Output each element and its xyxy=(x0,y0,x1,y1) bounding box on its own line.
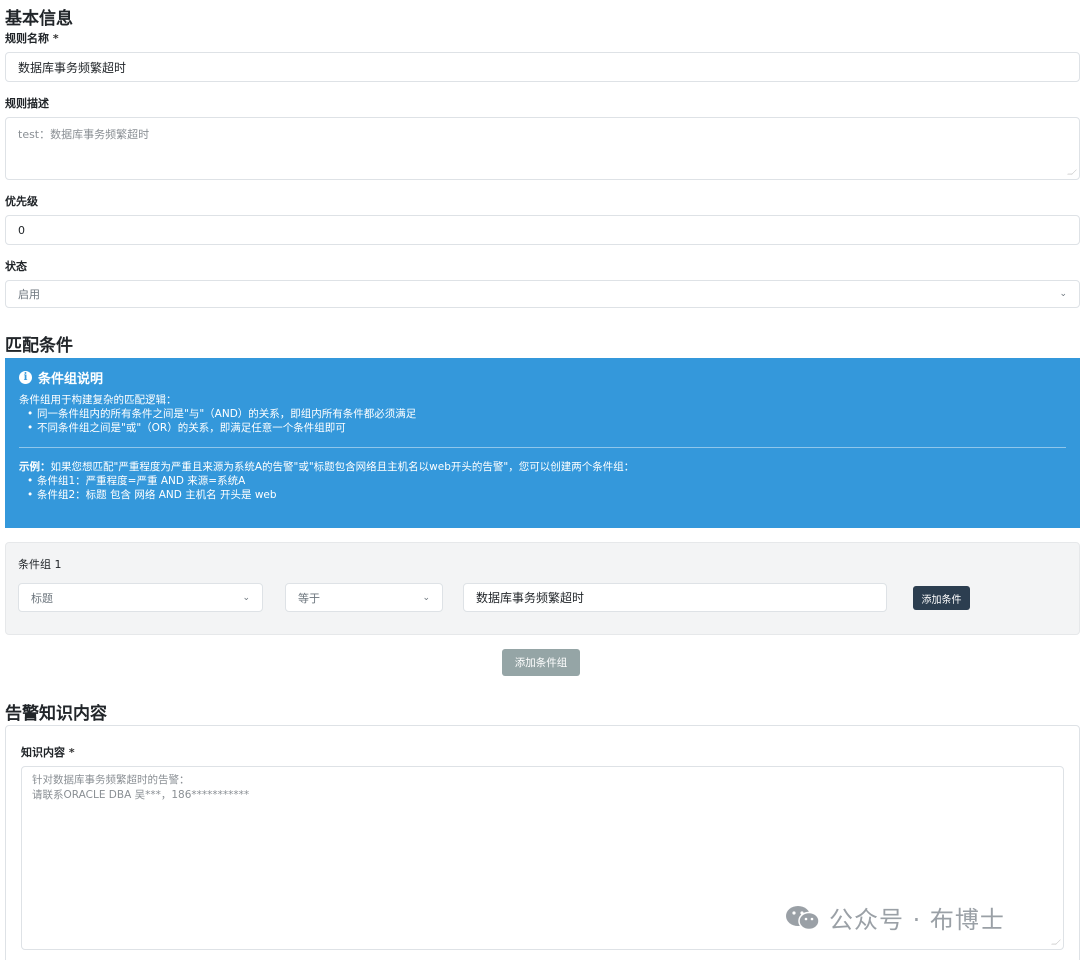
rule-name-value: 数据库事务频繁超时 xyxy=(18,60,127,75)
watermark-text: 公众号 · 布博士 xyxy=(829,906,1005,934)
rule-desc-label: 规则描述 xyxy=(5,97,49,110)
chevron-down-icon: ⌄ xyxy=(1059,289,1067,299)
knowledge-label-text: 知识内容 xyxy=(21,746,65,759)
add-condition-group-button[interactable]: 添加条件组 xyxy=(502,649,580,676)
example-text: 如果您想匹配"严重程度为严重且来源为系统A的告警"或"标题包含网络且主机名以we… xyxy=(50,461,635,473)
rule-desc-value: test：数据库事务频繁超时 xyxy=(18,128,150,141)
info-example: 示例：如果您想匹配"严重程度为严重且来源为系统A的告警"或"标题包含网络且主机名… xyxy=(19,460,1066,474)
info-bullet-2: 不同条件组之间是"或"（OR）的关系，即满足任意一个条件组即可 xyxy=(19,421,1066,435)
status-select[interactable]: 启用 ⌄ xyxy=(5,280,1080,308)
knowledge-line-1: 针对数据库事务频繁超时的告警： xyxy=(32,774,190,786)
match-section-title: 匹配条件 xyxy=(5,336,73,356)
field-select-value: 标题 xyxy=(31,591,53,605)
status-value: 启用 xyxy=(18,288,40,301)
example-label: 示例： xyxy=(19,461,51,473)
info-divider xyxy=(19,447,1066,448)
rule-name-input[interactable]: 数据库事务频繁超时 xyxy=(5,52,1080,82)
condition-group-title: 条件组 1 xyxy=(18,558,62,571)
watermark: 公众号 · 布博士 xyxy=(783,900,1005,935)
match-value-input[interactable]: 数据库事务频繁超时 xyxy=(463,583,887,612)
operator-select[interactable]: 等于 ⌄ xyxy=(285,583,443,612)
match-value-text: 数据库事务频繁超时 xyxy=(476,591,585,605)
priority-input[interactable]: 0 xyxy=(5,215,1080,245)
field-select[interactable]: 标题 ⌄ xyxy=(18,583,263,612)
required-mark: * xyxy=(68,746,75,759)
add-condition-button[interactable]: 添加条件 xyxy=(913,586,970,610)
info-bullet-1: 同一条件组内的所有条件之间是"与"（AND）的关系，即组内所有条件都必须满足 xyxy=(19,407,1066,421)
rule-desc-textarea[interactable]: test：数据库事务频繁超时 xyxy=(5,117,1080,180)
condition-group-info-panel: i 条件组说明 条件组用于构建复杂的匹配逻辑： 同一条件组内的所有条件之间是"与… xyxy=(5,358,1080,528)
rule-name-label: 规则名称 * xyxy=(5,30,59,46)
chevron-down-icon: ⌄ xyxy=(422,592,430,603)
resize-handle-icon[interactable] xyxy=(1051,939,1061,945)
knowledge-section-title: 告警知识内容 xyxy=(5,704,107,724)
wechat-icon xyxy=(786,905,820,930)
knowledge-line-2: 请联系ORACLE DBA 吴***，186*********** xyxy=(32,789,250,801)
knowledge-label: 知识内容 * xyxy=(21,744,75,760)
status-label: 状态 xyxy=(5,260,27,273)
resize-handle-icon[interactable] xyxy=(1067,169,1077,175)
priority-value: 0 xyxy=(18,223,25,237)
basic-section-title: 基本信息 xyxy=(5,9,73,29)
condition-group-panel: 条件组 1 标题 ⌄ 等于 ⌄ 数据库事务频繁超时 添加条件 xyxy=(5,542,1080,635)
rule-name-label-text: 规则名称 xyxy=(5,32,49,45)
info-intro: 条件组用于构建复杂的匹配逻辑： xyxy=(19,394,177,406)
info-panel-title: i 条件组说明 xyxy=(19,368,1066,387)
info-title-text: 条件组说明 xyxy=(38,372,104,387)
chevron-down-icon: ⌄ xyxy=(242,592,250,603)
example-bullet-2: 条件组2：标题 包含 网络 AND 主机名 开头是 web xyxy=(19,488,1066,502)
required-mark: * xyxy=(52,32,59,45)
priority-label: 优先级 xyxy=(5,195,38,208)
info-circle-icon: i xyxy=(19,371,32,384)
example-bullet-1: 条件组1：严重程度=严重 AND 来源=系统A xyxy=(19,474,1066,488)
operator-select-value: 等于 xyxy=(298,591,320,605)
